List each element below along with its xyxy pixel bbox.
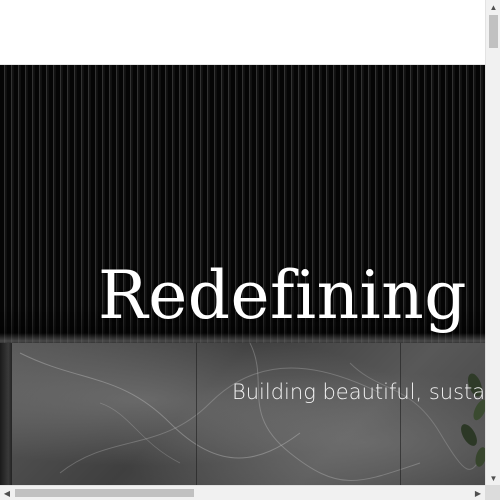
arrow-right-icon[interactable]: ▶ xyxy=(471,486,485,500)
site-header xyxy=(0,0,485,65)
arrow-up-icon[interactable]: ▲ xyxy=(486,0,500,14)
hero-marble-wall xyxy=(0,343,485,485)
page-viewport: Redefining M Building beautiful, sustain… xyxy=(0,0,485,485)
horizontal-scrollbar[interactable]: ◀ ▶ xyxy=(0,485,485,500)
vertical-scrollbar[interactable]: ▲ ▼ xyxy=(485,0,500,485)
vertical-scrollbar-thumb[interactable] xyxy=(489,15,498,48)
marble-seam xyxy=(400,343,401,485)
marble-seam xyxy=(196,343,197,485)
arrow-down-icon[interactable]: ▼ xyxy=(486,471,500,485)
arrow-left-icon[interactable]: ◀ xyxy=(0,486,14,500)
marble-veins xyxy=(19,343,485,481)
horizontal-scrollbar-thumb[interactable] xyxy=(15,489,194,497)
hero-left-edge xyxy=(0,343,12,485)
hero-title: Redefining M xyxy=(98,257,485,334)
hero-subtitle: Building beautiful, sustaina xyxy=(232,380,485,404)
scrollbar-corner xyxy=(485,485,500,500)
